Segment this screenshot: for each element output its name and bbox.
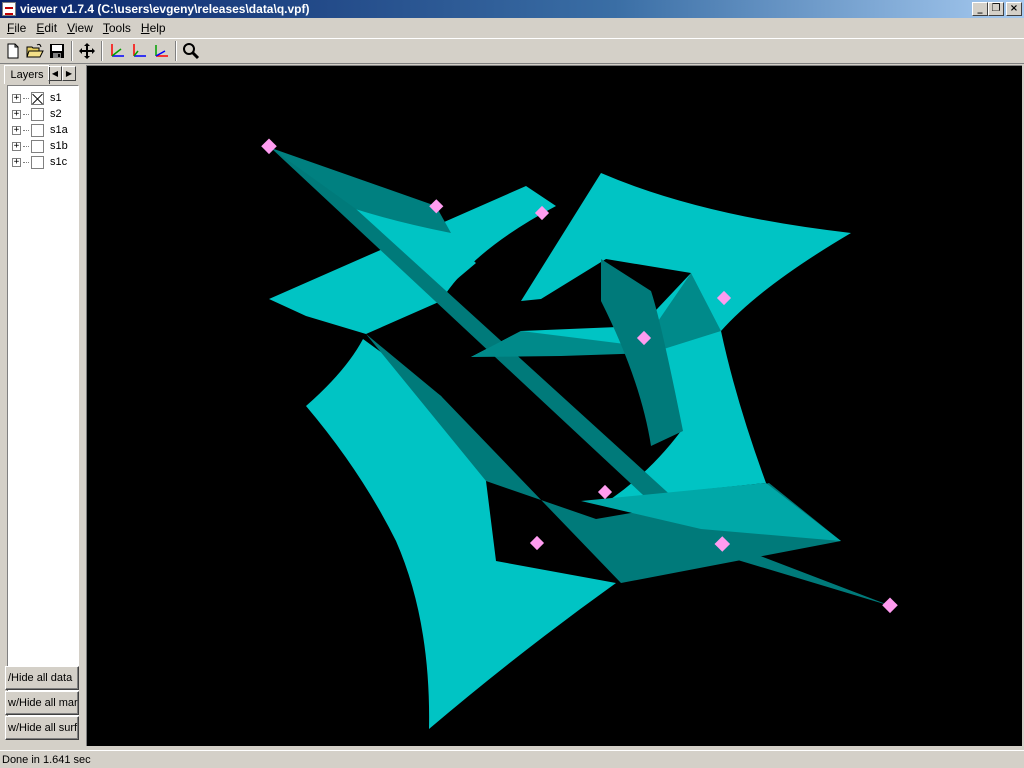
show-hide-all-surfaces-button[interactable]: w/Hide all surf bbox=[5, 716, 79, 740]
axis-z-button[interactable] bbox=[150, 40, 172, 62]
menu-edit-rest: dit bbox=[44, 21, 58, 35]
minimize-button[interactable]: _ bbox=[972, 2, 988, 16]
surface-lower bbox=[306, 339, 616, 729]
new-button[interactable] bbox=[2, 40, 24, 62]
expand-icon[interactable]: + bbox=[12, 93, 21, 103]
tree-item-s2[interactable]: + s2 bbox=[12, 106, 62, 122]
restore-button[interactable]: ❐ bbox=[988, 2, 1004, 16]
tab-next-button[interactable]: ▶ bbox=[62, 66, 76, 81]
3d-viewport[interactable] bbox=[86, 65, 1022, 746]
toolbar-separator bbox=[71, 41, 73, 61]
menu-help-rest: elp bbox=[149, 21, 166, 35]
axis-y-button[interactable] bbox=[128, 40, 150, 62]
layer-label: s1 bbox=[50, 92, 62, 104]
toolbar-separator bbox=[101, 41, 103, 61]
tree-connector bbox=[23, 145, 29, 147]
status-text: Done in 1.641 sec bbox=[2, 754, 91, 766]
menu-tools[interactable]: Tools bbox=[98, 18, 136, 38]
layer-label: s1a bbox=[50, 124, 68, 136]
tree-connector bbox=[23, 97, 29, 99]
marker[interactable] bbox=[529, 535, 545, 551]
move-icon bbox=[79, 43, 95, 59]
close-button[interactable]: × bbox=[1006, 2, 1022, 16]
tree-item-s1c[interactable]: + s1c bbox=[12, 154, 67, 170]
move-button[interactable] bbox=[76, 40, 98, 62]
axis-z-icon bbox=[155, 45, 168, 57]
expand-icon[interactable]: + bbox=[12, 125, 21, 135]
tree-connector bbox=[23, 161, 29, 163]
open-button[interactable] bbox=[24, 40, 46, 62]
toolbar-separator bbox=[175, 41, 177, 61]
layer-label: s1b bbox=[50, 140, 68, 152]
window-controls: _ ❐ × bbox=[972, 2, 1022, 16]
tree-connector bbox=[23, 129, 29, 131]
zoom-button[interactable] bbox=[180, 40, 202, 62]
layer-checkbox[interactable] bbox=[31, 91, 44, 105]
layers-tree: + s1 + s2 + s1a + s1b + s1c bbox=[7, 85, 79, 728]
tree-item-s1[interactable]: + s1 bbox=[12, 90, 62, 106]
title-bar: viewer v1.7.4 (C:\users\evgeny\releases\… bbox=[0, 0, 1024, 18]
new-file-icon bbox=[7, 43, 19, 59]
show-hide-all-markers-button[interactable]: w/Hide all mar bbox=[5, 691, 79, 715]
expand-icon[interactable]: + bbox=[12, 141, 21, 151]
open-folder-icon bbox=[26, 43, 44, 58]
menu-file[interactable]: File bbox=[2, 18, 31, 38]
menu-bar: File Edit View Tools Help bbox=[0, 18, 1024, 38]
tab-scroll-arrows: ◀ ▶ bbox=[48, 66, 76, 81]
menu-edit[interactable]: Edit bbox=[31, 18, 62, 38]
window-title: viewer v1.7.4 (C:\users\evgeny\releases\… bbox=[20, 2, 310, 16]
status-bar: Done in 1.641 sec bbox=[0, 750, 1024, 768]
expand-icon[interactable]: + bbox=[12, 157, 21, 167]
axis-y-icon bbox=[133, 44, 146, 57]
tree-item-s1b[interactable]: + s1b bbox=[12, 138, 68, 154]
app-icon[interactable] bbox=[2, 2, 16, 16]
layer-label: s2 bbox=[50, 108, 62, 120]
menu-tools-rest: ools bbox=[108, 21, 131, 35]
menu-view-rest: iew bbox=[74, 21, 93, 35]
save-icon bbox=[50, 44, 64, 58]
menu-file-rest: ile bbox=[14, 21, 27, 35]
layer-label: s1c bbox=[50, 156, 68, 168]
tree-item-s1a[interactable]: + s1a bbox=[12, 122, 68, 138]
marker[interactable] bbox=[882, 597, 898, 614]
layer-checkbox[interactable] bbox=[31, 107, 44, 121]
layers-panel: Layers ◀ ▶ + s1 + s2 + s1a + s1b + s1c /… bbox=[2, 65, 82, 746]
scene-canvas[interactable] bbox=[87, 66, 1022, 746]
menu-help[interactable]: Help bbox=[136, 18, 171, 38]
tab-layers[interactable]: Layers bbox=[4, 65, 50, 84]
layer-checkbox[interactable] bbox=[31, 139, 44, 153]
menu-view-accel: V bbox=[67, 21, 75, 35]
marker[interactable] bbox=[261, 138, 277, 155]
show-hide-all-data-button[interactable]: /Hide all data bbox=[5, 666, 79, 690]
menu-help-accel: H bbox=[140, 21, 150, 35]
layer-checkbox[interactable] bbox=[31, 123, 44, 137]
toolbar bbox=[0, 38, 1024, 64]
menu-view[interactable]: View bbox=[62, 18, 98, 38]
tab-prev-button[interactable]: ◀ bbox=[48, 66, 62, 81]
expand-icon[interactable]: + bbox=[12, 109, 21, 119]
marker[interactable] bbox=[597, 484, 613, 500]
zoom-icon bbox=[183, 43, 200, 60]
axis-x-icon bbox=[111, 44, 124, 57]
tree-connector bbox=[23, 113, 29, 115]
axis-x-button[interactable] bbox=[106, 40, 128, 62]
save-button[interactable] bbox=[46, 40, 68, 62]
layer-checkbox[interactable] bbox=[31, 155, 44, 169]
